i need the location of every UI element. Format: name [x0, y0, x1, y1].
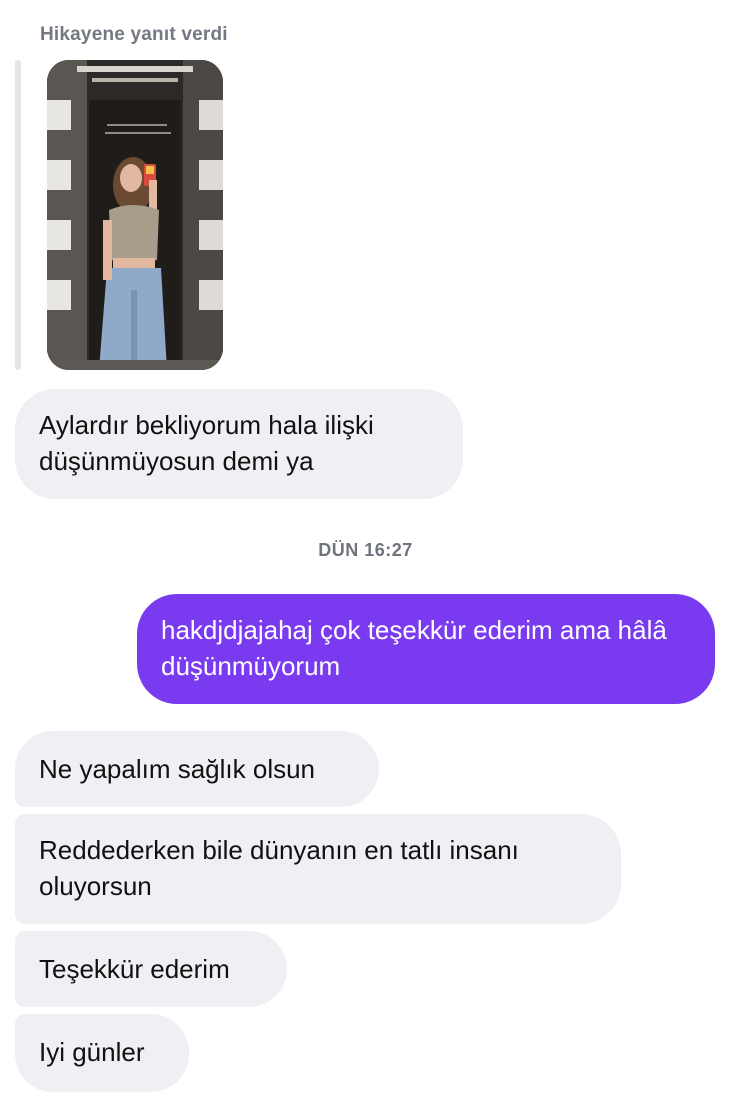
story-reply-label: Hikayene yanıt verdi: [40, 24, 228, 45]
message-bubble-outgoing[interactable]: hakdjdjajahaj çok teşekkür ederim ama hâ…: [137, 594, 715, 704]
timestamp-divider: DÜN 16:27: [318, 540, 413, 560]
reply-quote-bar: [15, 60, 21, 370]
story-thumbnail[interactable]: [47, 60, 223, 370]
message-bubble-incoming[interactable]: Reddederken bile dünyanın en tatlı insan…: [15, 814, 621, 924]
message-bubble-incoming[interactable]: Teşekkür ederim: [15, 931, 287, 1007]
message-bubble-incoming[interactable]: Iyi günler: [15, 1014, 189, 1092]
message-bubble-incoming[interactable]: Aylardır bekliyorum hala ilişki düşünmüy…: [15, 389, 463, 499]
message-bubble-incoming[interactable]: Ne yapalım sağlık olsun: [15, 731, 379, 807]
